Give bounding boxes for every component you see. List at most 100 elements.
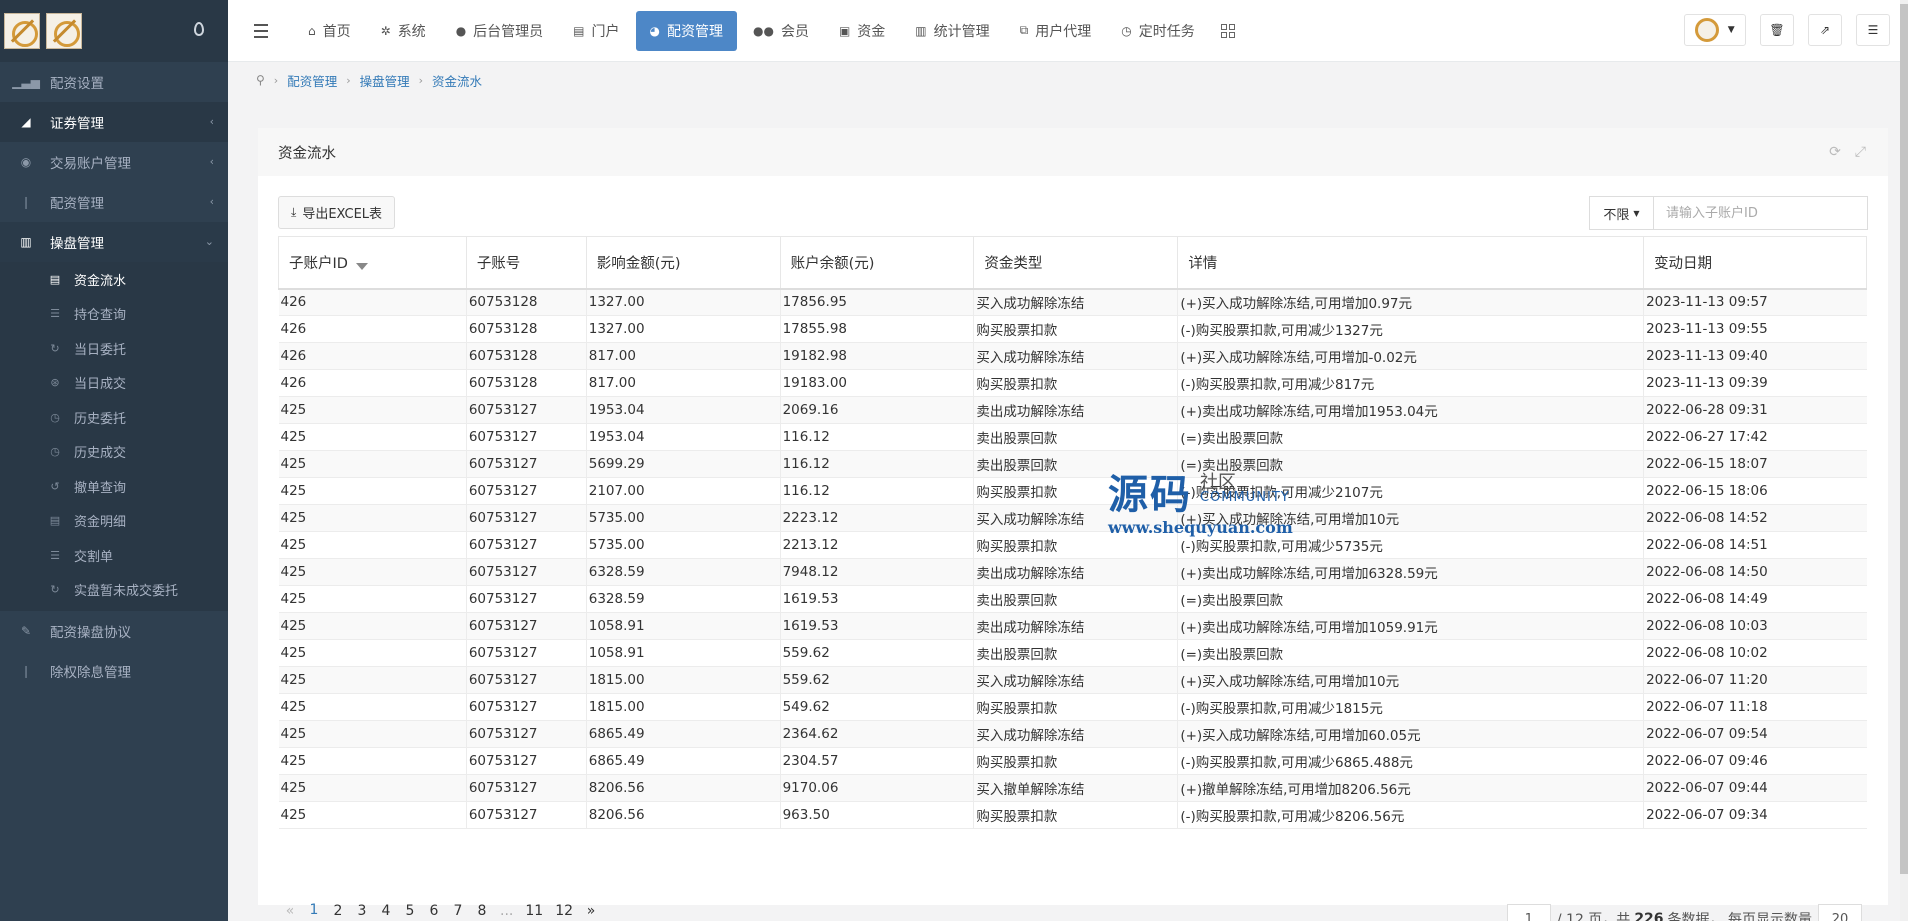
nav-tab[interactable]: ● 后台管理员 (442, 11, 557, 51)
nav-tab-label: 统计管理 (933, 23, 990, 40)
panel-tools: ⟳ ⤢ (1829, 144, 1866, 160)
bar-chart-icon: ▁▃▅ (12, 75, 40, 89)
sidebar-item[interactable]: ◉ 交易账户管理 ‹ (0, 142, 228, 182)
sidebar-subitem[interactable]: ◷ 历史成交 (0, 435, 228, 470)
page-button[interactable]: 3 (350, 896, 374, 921)
page-size-input[interactable] (1818, 904, 1862, 921)
page-button[interactable]: 1 (302, 896, 326, 921)
sidebar-item-label: 配资操盘协议 (50, 625, 131, 641)
table-row: 425 60753127 1815.00 559.62 买入成功解除冻结 (+)买入成功解… (278, 666, 1867, 694)
sidebar-item[interactable]: ❘ 除权除息管理 (0, 651, 228, 691)
sidebar-subitem[interactable]: ⊛ 当日成交 (0, 366, 228, 401)
sidebar-item[interactable]: ✎ 配资操盘协议 (0, 611, 228, 651)
page-button[interactable]: 5 (398, 896, 422, 921)
prev-page-button[interactable]: « (278, 896, 302, 921)
sidebar-item[interactable]: ▥ 操盘管理 ⌄ (0, 222, 228, 262)
table-cell: 6328.59 (585, 558, 781, 586)
breadcrumb-item[interactable]: 操盘管理 (360, 71, 410, 90)
page-button[interactable]: 11 (519, 896, 549, 921)
next-page-button[interactable]: » (579, 896, 603, 921)
nav-tab[interactable]: ▤ 门户 (559, 11, 633, 51)
table-cell: 1815.00 (585, 693, 781, 721)
refresh-icon[interactable]: ⟳ (1829, 144, 1841, 160)
search-group: 不限 ▼ (1589, 196, 1868, 230)
table-cell: 2107.00 (585, 477, 781, 505)
sidebar-subitem[interactable]: ↺ 撤单查询 (0, 469, 228, 504)
sidebar-subitem[interactable]: ↻ 当日委托 (0, 331, 228, 366)
sidebar-item[interactable]: ▁▃▅ 配资设置 (0, 62, 228, 102)
table-row: 426 60753128 1327.00 17855.98 购买股票扣款 (-)购买股票扣… (278, 315, 1867, 343)
table-cell: 426 (278, 288, 467, 316)
user-avatar-dropdown[interactable]: ▼ (1684, 14, 1746, 46)
table-cell: 2022-06-28 09:31 (1643, 396, 1867, 424)
page-button[interactable]: 4 (374, 896, 398, 921)
list-toggle-button[interactable]: ☰ (1856, 14, 1890, 46)
nav-tab[interactable]: ▣ 资金 (825, 11, 899, 51)
sidebar-subitem[interactable]: ▤ 资金流水 (0, 262, 228, 297)
history-icon: ◷ (50, 445, 60, 459)
page-button[interactable]: 6 (422, 896, 446, 921)
nav-tab[interactable]: ⧉ 用户代理 (1006, 11, 1106, 51)
column-header: 变动日期 (1643, 236, 1867, 290)
table-cell: 425 (278, 423, 467, 451)
table-cell: 2023-11-13 09:40 (1643, 342, 1867, 370)
nav-tab[interactable]: ●● 会员 (739, 11, 823, 51)
avatar (1695, 18, 1720, 42)
column-header: 影响金额(元) (585, 236, 781, 290)
nav-tab[interactable]: ⌂ 首页 (294, 11, 365, 51)
sidebar-item-label: 配资设置 (50, 76, 104, 92)
table-cell: 559.62 (779, 666, 974, 694)
external-link-button[interactable]: ⇗ (1808, 14, 1842, 46)
filter-icon[interactable] (355, 262, 368, 270)
nav-tab[interactable]: ✲ 系统 (367, 11, 440, 51)
list-icon: ☰ (50, 548, 60, 562)
table-cell: 60753127 (465, 558, 587, 586)
nav-tab-label: 资金 (857, 23, 886, 40)
table-cell: 卖出股票回款 (973, 585, 1178, 613)
sidebar-item[interactable]: ❘ 配资管理 ‹ (0, 182, 228, 222)
table-cell: 卖出股票回款 (973, 423, 1178, 451)
column-header[interactable]: 子账户ID (278, 236, 467, 290)
sidebar-subitem[interactable]: ▤ 资金明细 (0, 504, 228, 539)
table-cell: (-)购买股票扣款,可用减少1815元 (1177, 693, 1644, 721)
page-button[interactable]: 7 (446, 896, 470, 921)
sidebar-subitem[interactable]: ☰ 交割单 (0, 538, 228, 573)
filter-select[interactable]: 不限 ▼ (1589, 196, 1653, 230)
page-button[interactable]: 8 (470, 896, 494, 921)
nav-tab[interactable]: ▥ 统计管理 (901, 11, 1003, 51)
table-cell: 425 (278, 450, 467, 478)
sidebar-subitem[interactable]: ↻ 实盘暂未成交委托 (0, 573, 228, 608)
table-cell: 425 (278, 666, 467, 694)
sidebar-item[interactable]: ◢ 证券管理 ‹ (0, 102, 228, 142)
sidebar-subitem[interactable]: ☰ 持仓查询 (0, 297, 228, 332)
scroll-thumb[interactable] (1900, 4, 1908, 874)
nav-tab[interactable]: ◕ 配资管理 (635, 10, 737, 51)
breadcrumb-item[interactable]: 资金流水 (432, 71, 482, 90)
column-header: 账户余额(元) (779, 236, 975, 290)
table-cell: (-)购买股票扣款,可用减少6865.488元 (1177, 747, 1644, 775)
table-cell: 425 (278, 396, 467, 424)
table-cell: 60753127 (465, 477, 587, 505)
hamburger-menu-icon[interactable] (254, 23, 276, 38)
table-cell: 6328.59 (585, 585, 781, 613)
bank-icon: ▥ (20, 235, 32, 249)
sidebar-subitem[interactable]: ◷ 历史委托 (0, 400, 228, 435)
grid-apps-icon[interactable] (1220, 23, 1235, 38)
column-header: 资金类型 (973, 236, 1179, 290)
page-button[interactable]: 12 (549, 896, 579, 921)
nav-tab[interactable]: ◷ 定时任务 (1107, 11, 1208, 51)
table-cell: 425 (278, 504, 467, 532)
table-cell: 426 (278, 369, 467, 397)
breadcrumb-item[interactable]: 配资管理 (287, 71, 337, 90)
trash-button[interactable]: 🗑 (1760, 14, 1794, 46)
panel-body: ⤓ 导出EXCEL表 不限 ▼ 子账户ID子账号影响金额(元)账户余额(元)资金… (258, 176, 1888, 921)
page-number-input[interactable] (1506, 904, 1551, 921)
sub-account-search-input[interactable] (1653, 196, 1868, 230)
droplet-icon[interactable] (194, 22, 204, 36)
nav-tab-label: 后台管理员 (473, 23, 544, 40)
table-cell: 60753127 (465, 720, 587, 748)
export-excel-button[interactable]: ⤓ 导出EXCEL表 (278, 196, 396, 229)
page-button[interactable]: 2 (326, 896, 350, 921)
fullscreen-icon[interactable]: ⤢ (1855, 144, 1866, 160)
page-scrollbar[interactable] (1900, 0, 1908, 921)
